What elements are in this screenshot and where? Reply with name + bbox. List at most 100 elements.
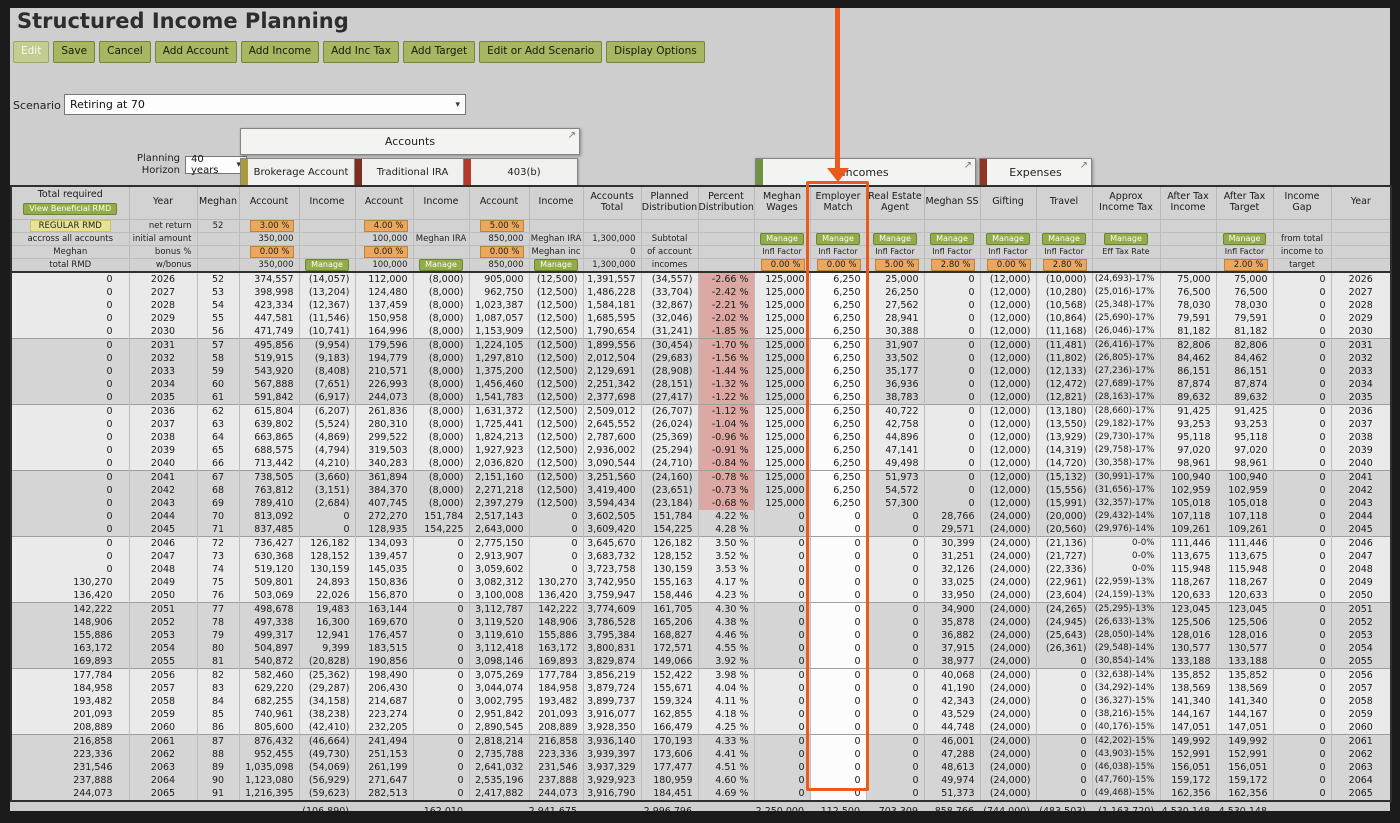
manage-button-approx-income-tax[interactable]: Manage bbox=[1104, 233, 1148, 244]
cell-brokerage-income: (4,869) bbox=[299, 430, 356, 444]
cell-income-gap: 0 bbox=[1273, 377, 1332, 391]
toolbar-button-edit-or-add-scenario[interactable]: Edit or Add Scenario bbox=[479, 41, 603, 63]
cell-accounts-total: 3,774,609 bbox=[583, 601, 642, 616]
meghan-ss-percent-field[interactable]: 2.80 % bbox=[930, 258, 975, 270]
account-tab-traditional-ira[interactable]: Traditional IRA bbox=[354, 158, 464, 186]
cell-403b-account: 2,643,000 bbox=[469, 522, 530, 536]
cell-travel: 0 bbox=[1036, 667, 1093, 682]
cell-year-left: 2058 bbox=[129, 694, 198, 708]
cell-planned-distribution: 173,606 bbox=[641, 747, 699, 761]
cell-year-left: 2026 bbox=[129, 271, 198, 286]
cell-year-right: 2049 bbox=[1331, 575, 1392, 589]
toolbar-button-add-target[interactable]: Add Target bbox=[402, 41, 476, 63]
cell-travel: (22,961) bbox=[1036, 575, 1093, 589]
expand-icon[interactable]: ↗ bbox=[568, 130, 576, 141]
manage-button-gifting[interactable]: Manage bbox=[986, 233, 1030, 244]
expand-icon[interactable]: ↗ bbox=[1080, 160, 1088, 171]
highlight-arrow bbox=[835, 8, 840, 169]
cell-brokerage-income: (8,408) bbox=[299, 364, 356, 378]
header-cell-year-right bbox=[1330, 244, 1392, 259]
gifting-percent-field[interactable]: 0.00 % bbox=[986, 258, 1031, 270]
header-cell-after-tax-target bbox=[1215, 218, 1274, 233]
cell-income-gap: 0 bbox=[1273, 628, 1332, 642]
cell-year-right: 2057 bbox=[1331, 681, 1392, 695]
total-meghan-age bbox=[196, 804, 238, 819]
account-tab-403-b[interactable]: 403(b) bbox=[463, 158, 578, 186]
meghan-wages-percent-field[interactable]: 0.00 % bbox=[760, 258, 805, 270]
manage-button-travel[interactable]: Manage bbox=[1042, 233, 1086, 244]
cell-after-tax-target: 84,462 bbox=[1216, 351, 1274, 365]
toolbar-button-add-account[interactable]: Add Account bbox=[154, 41, 237, 63]
traditional-ira-account-percent-field[interactable]: 0.00 % bbox=[363, 246, 408, 257]
cell-meghan-age: 65 bbox=[197, 443, 240, 457]
cell-percent-distribution: -2.66 % bbox=[698, 271, 755, 286]
cell-accounts-total: 2,377,698 bbox=[583, 390, 642, 404]
header-cell-year-left: bonus % bbox=[128, 244, 198, 259]
toolbar-button-display-options[interactable]: Display Options bbox=[606, 41, 705, 63]
cell-year-left: 2048 bbox=[129, 562, 198, 576]
toolbar-button-add-income[interactable]: Add Income bbox=[240, 41, 320, 63]
manage-button-meghan-ss[interactable]: Manage bbox=[930, 233, 974, 244]
view-beneficial-rmd-button[interactable]: View Beneficial RMD bbox=[23, 203, 118, 216]
403b-account-percent-field[interactable]: 5.00 % bbox=[479, 220, 524, 231]
total-year-right bbox=[1330, 804, 1390, 819]
manage-button-brokerage-income[interactable]: Manage bbox=[305, 258, 349, 270]
cell-traditional-ira-account: 156,870 bbox=[355, 588, 414, 602]
header-cell-accounts-total: 1,300,000 bbox=[582, 231, 642, 246]
cell-income-gap: 0 bbox=[1273, 443, 1332, 457]
manage-button-traditional-ira-income[interactable]: Manage bbox=[419, 258, 463, 270]
cell-403b-income: (12,500) bbox=[529, 351, 584, 365]
scenario-select[interactable]: Retiring at 70 ▾ bbox=[64, 94, 466, 115]
cell-traditional-ira-account: 251,153 bbox=[355, 747, 414, 761]
header-cell-accounts-total: 0 bbox=[582, 244, 642, 259]
cell-gifting: (24,000) bbox=[980, 681, 1037, 695]
cell-year-left: 2053 bbox=[129, 628, 198, 642]
travel-percent-field[interactable]: 2.80 % bbox=[1042, 258, 1087, 270]
cell-brokerage-income: (9,183) bbox=[299, 351, 356, 365]
cell-year-left: 2046 bbox=[129, 535, 198, 550]
brokerage-account-percent-field[interactable]: 3.00 % bbox=[249, 220, 294, 231]
table-row-2045: 0 2045 71 837,485 0 128,935 154,225 2,643,000 0 3… bbox=[11, 522, 1392, 536]
cell-meghan-wages: 0 bbox=[754, 773, 811, 787]
traditional-ira-account-percent-field[interactable]: 4.00 % bbox=[363, 220, 408, 231]
manage-button-real-estate-agent[interactable]: Manage bbox=[873, 233, 917, 244]
cell-403b-income: (12,500) bbox=[529, 285, 584, 299]
cell-after-tax-income: 93,253 bbox=[1160, 417, 1217, 431]
cell-total-required: 177,784 bbox=[11, 667, 130, 682]
total-total-required bbox=[10, 804, 128, 819]
cell-approx-income-tax: (27,689)-17% bbox=[1092, 377, 1161, 391]
expand-icon[interactable]: ↗ bbox=[964, 160, 972, 171]
after-tax-target-percent-field[interactable]: 2.00 % bbox=[1223, 258, 1268, 270]
toolbar-button-add-inc-tax[interactable]: Add Inc Tax bbox=[323, 41, 399, 63]
cell-income-gap: 0 bbox=[1273, 667, 1332, 682]
manage-button-meghan-wages[interactable]: Manage bbox=[760, 233, 804, 244]
manage-button-403b-income[interactable]: Manage bbox=[534, 258, 578, 270]
cell-403b-account: 1,927,923 bbox=[469, 443, 530, 457]
cell-traditional-ira-income: (8,000) bbox=[413, 311, 470, 325]
toolbar-button-edit[interactable]: Edit bbox=[13, 41, 50, 63]
cell-403b-income: (12,500) bbox=[529, 337, 584, 352]
cell-planned-distribution: (31,241) bbox=[641, 324, 699, 338]
cell-brokerage-account: 763,812 bbox=[239, 483, 300, 497]
cell-approx-income-tax: (22,959)-13% bbox=[1092, 575, 1161, 589]
account-tab-brokerage-account[interactable]: Brokerage Account bbox=[240, 158, 355, 186]
cell-meghan-age: 54 bbox=[197, 298, 240, 312]
header-cell-approx-income-tax: Manage bbox=[1091, 231, 1161, 246]
cell-403b-account: 3,100,008 bbox=[469, 588, 530, 602]
toolbar-button-save[interactable]: Save bbox=[53, 41, 96, 63]
cell-percent-distribution: -1.32 % bbox=[698, 377, 755, 391]
manage-button-after-tax-target[interactable]: Manage bbox=[1222, 233, 1267, 244]
cell-403b-account: 3,082,312 bbox=[469, 575, 530, 589]
403b-account-percent-field[interactable]: 0.00 % bbox=[479, 246, 524, 257]
cell-real-estate-agent: 40,722 bbox=[866, 403, 925, 418]
real-estate-agent-percent-field[interactable]: 5.00 % bbox=[874, 258, 919, 270]
column-header-403b-account: Account bbox=[468, 185, 530, 220]
planning-horizon-select[interactable]: 40 years ▾ bbox=[185, 154, 247, 176]
toolbar-button-cancel[interactable]: Cancel bbox=[99, 41, 151, 63]
cell-after-tax-target: 123,045 bbox=[1216, 601, 1274, 616]
column-header-meghan-wages: Meghan Wages bbox=[753, 185, 811, 220]
cell-total-required: 0 bbox=[11, 430, 130, 444]
cell-travel: 0 bbox=[1036, 720, 1093, 734]
cell-meghan-wages: 125,000 bbox=[754, 417, 811, 431]
brokerage-account-percent-field[interactable]: 0.00 % bbox=[249, 246, 294, 257]
